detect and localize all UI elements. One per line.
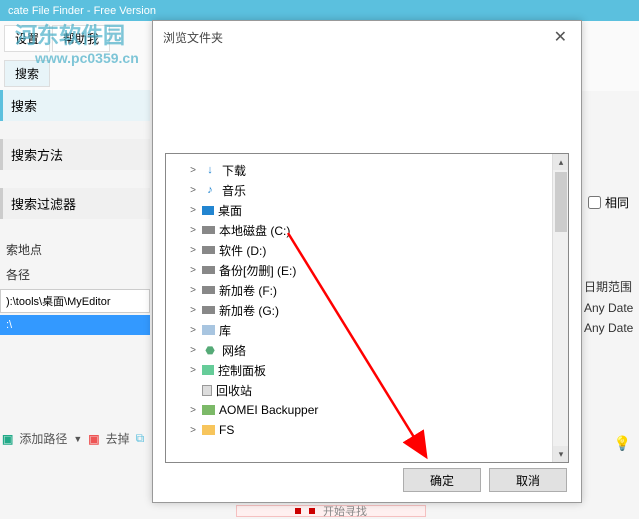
expand-icon[interactable]: > <box>188 185 198 196</box>
path-toolbar: ▣ 添加路径 ▼ ▣ 去掉 ⧉ <box>2 430 144 447</box>
minus-icon: ▣ <box>88 432 99 446</box>
disk-icon <box>202 246 215 254</box>
scroll-thumb[interactable] <box>555 172 567 232</box>
search-tab-button[interactable]: 搜索 <box>4 60 50 87</box>
date-range-label: 日期范围 <box>584 275 639 298</box>
tree-item[interactable]: > FS <box>170 420 564 440</box>
tree-item-label: 桌面 <box>218 202 242 219</box>
any-date-2[interactable]: Any Date <box>584 318 639 338</box>
settings-button[interactable]: 设置 <box>4 25 50 52</box>
path-entry-1[interactable]: ):\tools\桌面\MyEditor <box>0 289 150 313</box>
tree-item-label: 回收站 <box>216 382 252 399</box>
trash-icon <box>202 385 212 396</box>
expand-icon[interactable]: > <box>188 365 198 376</box>
help-button[interactable]: 帮助我 <box>52 25 110 52</box>
scroll-up-icon[interactable]: ▴ <box>553 154 569 170</box>
ok-button[interactable]: 确定 <box>403 468 481 492</box>
left-panel: 搜索 搜索方法 搜索过滤器 索地点 各径 ):\tools\桌面\MyEdito… <box>0 90 150 337</box>
disk-icon <box>202 306 215 314</box>
folder-icon <box>202 425 215 435</box>
lib-icon <box>202 325 215 335</box>
cancel-button[interactable]: 取消 <box>489 468 567 492</box>
tree-item[interactable]: > 备份[勿删] (E:) <box>170 260 564 280</box>
note-blue-icon: ♪ <box>202 183 218 197</box>
window-titlebar: cate File Finder - Free Version <box>0 0 639 21</box>
tree-item[interactable]: > 控制面板 <box>170 360 564 380</box>
tree-item-label: 网络 <box>222 342 246 359</box>
add-path-button[interactable]: 添加路径 <box>19 430 67 447</box>
section-search[interactable]: 搜索 <box>0 90 150 121</box>
path-entry-2[interactable]: :\ <box>0 315 150 335</box>
tree-item[interactable]: > 软件 (D:) <box>170 240 564 260</box>
tree-item[interactable]: > ↓ 下载 <box>170 160 564 180</box>
tree-item[interactable]: > 本地磁盘 (C:) <box>170 220 564 240</box>
expand-icon[interactable]: > <box>188 325 198 336</box>
tree-item-label: 下载 <box>222 162 246 179</box>
tree-item-label: 软件 (D:) <box>219 242 266 259</box>
expand-icon[interactable]: > <box>188 205 198 216</box>
stop-icon-2 <box>309 508 315 514</box>
disk-icon <box>202 286 215 294</box>
tip-icon[interactable]: 💡 <box>614 435 631 452</box>
expand-icon[interactable]: > <box>188 345 198 356</box>
arrow-blue-icon: ↓ <box>202 163 218 177</box>
expand-icon[interactable]: > <box>188 285 198 296</box>
tree-item-label: 库 <box>219 322 231 339</box>
expand-icon[interactable]: > <box>188 225 198 236</box>
expand-icon[interactable]: > <box>188 265 198 276</box>
scroll-down-icon[interactable]: ▾ <box>553 446 569 462</box>
path-label: 各径 <box>0 262 150 287</box>
same-checkbox[interactable] <box>588 196 601 209</box>
tree-item-label: 音乐 <box>222 182 246 199</box>
folder-tree-container: > ↓ 下载 > ♪ 音乐 > 桌面 > 本地磁盘 (C:) > 软件 (D:) > 备份[勿删] (E:… <box>165 153 569 463</box>
folder-grn-icon <box>202 405 215 415</box>
tree-item[interactable]: 回收站 <box>170 380 564 400</box>
dialog-titlebar: 浏览文件夹 ✕ <box>153 21 581 53</box>
tree-scrollbar[interactable]: ▴ ▾ <box>552 154 568 462</box>
copy-icon[interactable]: ⧉ <box>136 431 145 446</box>
right-panel: 相同 日期范围 Any Date Any Date <box>584 190 639 338</box>
screen-blue-icon <box>202 206 214 215</box>
expand-icon[interactable]: > <box>188 305 198 316</box>
expand-icon[interactable]: > <box>188 405 198 416</box>
section-method[interactable]: 搜索方法 <box>0 139 150 170</box>
disk-icon <box>202 226 215 234</box>
tree-item[interactable]: > 桌面 <box>170 200 564 220</box>
dialog-button-row: 确定 取消 <box>403 468 567 492</box>
add-dropdown-icon[interactable]: ▼ <box>73 434 82 444</box>
expand-icon[interactable]: > <box>188 245 198 256</box>
tree-item-label: 备份[勿删] (E:) <box>219 262 296 279</box>
same-checkbox-row[interactable]: 相同 <box>584 190 639 215</box>
stop-icon <box>295 508 301 514</box>
tree-item-label: 本地磁盘 (C:) <box>219 222 290 239</box>
any-date-1[interactable]: Any Date <box>584 298 639 318</box>
expand-icon[interactable]: > <box>188 165 198 176</box>
tree-item-label: 新加卷 (F:) <box>219 282 277 299</box>
net-icon: ⬣ <box>202 343 218 357</box>
tree-item[interactable]: > 新加卷 (F:) <box>170 280 564 300</box>
tree-item-label: FS <box>219 423 234 437</box>
tree-item[interactable]: > ⬣ 网络 <box>170 340 564 360</box>
close-icon[interactable]: ✕ <box>550 27 571 47</box>
section-filter[interactable]: 搜索过滤器 <box>0 188 150 219</box>
app-title: cate File Finder - Free Version <box>8 5 156 17</box>
browse-folder-dialog: 浏览文件夹 ✕ > ↓ 下载 > ♪ 音乐 > 桌面 > 本地磁盘 (C:) > 软件 (D:) > 备份… <box>152 20 582 503</box>
tree-item[interactable]: > 新加卷 (G:) <box>170 300 564 320</box>
tree-item[interactable]: > AOMEI Backupper <box>170 400 564 420</box>
tree-item[interactable]: > ♪ 音乐 <box>170 180 564 200</box>
tree-item-label: 新加卷 (G:) <box>219 302 279 319</box>
disk-icon <box>202 266 215 274</box>
tree-item-label: AOMEI Backupper <box>219 403 318 417</box>
plus-icon: ▣ <box>2 432 13 446</box>
expand-icon[interactable]: > <box>188 425 198 436</box>
dialog-title: 浏览文件夹 <box>163 29 223 46</box>
section-location: 索地点 <box>0 237 150 262</box>
ctrl-icon <box>202 365 214 375</box>
folder-tree[interactable]: > ↓ 下载 > ♪ 音乐 > 桌面 > 本地磁盘 (C:) > 软件 (D:) > 备份[勿删] (E:… <box>166 154 568 446</box>
start-search-bar[interactable]: 开始寻找 <box>236 505 426 517</box>
tree-item-label: 控制面板 <box>218 362 266 379</box>
tree-item[interactable]: >库 <box>170 320 564 340</box>
remove-path-button[interactable]: 去掉 <box>106 430 130 447</box>
